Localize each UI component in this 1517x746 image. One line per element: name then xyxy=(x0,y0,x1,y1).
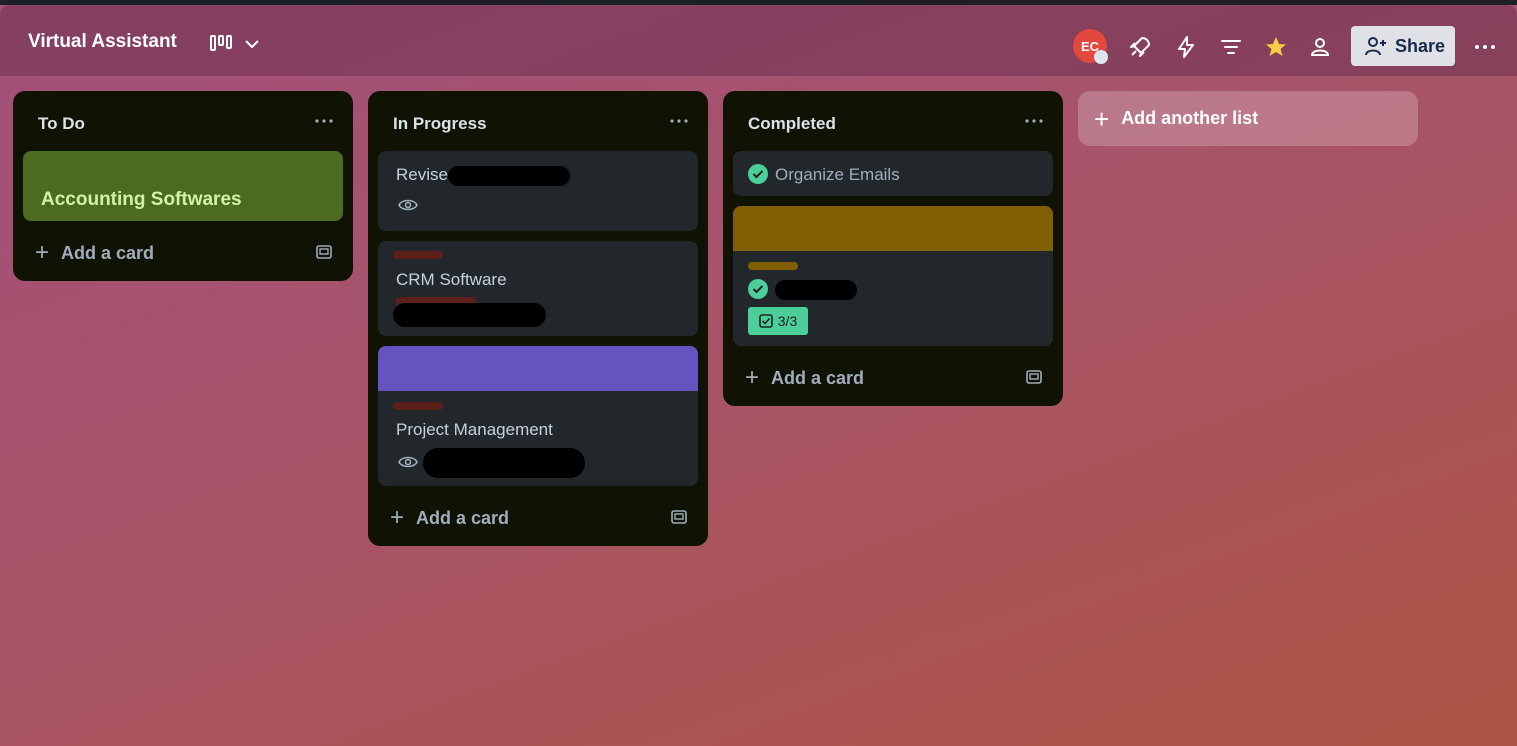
card-cover xyxy=(378,346,698,391)
board-view-icon[interactable] xyxy=(209,33,233,53)
add-card-button[interactable]: + Add a card xyxy=(745,366,864,390)
share-button[interactable]: Share xyxy=(1351,26,1455,66)
share-label: Share xyxy=(1395,35,1446,56)
card-title: Revise xyxy=(396,165,448,184)
card-title: Project Management xyxy=(396,420,553,439)
chevron-down-icon[interactable] xyxy=(243,35,261,53)
list-actions-icon[interactable] xyxy=(668,111,690,131)
list-title[interactable]: Completed xyxy=(748,114,836,134)
list-actions-icon[interactable] xyxy=(1023,111,1045,131)
checklist-icon xyxy=(758,314,773,328)
card-revise[interactable]: Revise xyxy=(378,151,698,231)
plus-icon: + xyxy=(1094,103,1110,134)
list-to-do: To Do Accounting Softwares + Add a card xyxy=(13,91,353,281)
add-member-icon xyxy=(1365,37,1386,56)
list-completed: Completed Organize Emails 3/3 + Add a ca… xyxy=(723,91,1063,406)
add-card-button[interactable]: + Add a card xyxy=(390,506,509,530)
checklist-count: 3/3 xyxy=(777,313,798,329)
card-accounting-softwares[interactable]: Accounting Softwares xyxy=(23,151,343,221)
workspace-visibility-icon[interactable] xyxy=(1308,35,1332,59)
list-title[interactable]: In Progress xyxy=(393,114,487,134)
card-title: CRM Software xyxy=(396,270,507,289)
more-options-icon[interactable] xyxy=(1473,35,1497,59)
filter-icon[interactable] xyxy=(1219,35,1243,59)
admin-badge-icon xyxy=(1094,50,1108,64)
card-title: Accounting Softwares xyxy=(41,189,242,210)
plus-icon: + xyxy=(745,364,760,391)
plus-icon: + xyxy=(390,504,405,531)
board-title[interactable]: Virtual Assistant xyxy=(28,31,177,53)
list-title[interactable]: To Do xyxy=(38,114,85,134)
card-template-icon[interactable] xyxy=(1025,368,1043,386)
card-cover xyxy=(733,206,1053,251)
card-completed-checklist[interactable]: 3/3 xyxy=(733,206,1053,346)
eye-icon xyxy=(398,199,418,211)
card-title: Organize Emails xyxy=(775,165,900,184)
check-circle-icon[interactable] xyxy=(748,279,768,299)
card-project-management[interactable]: Project Management xyxy=(378,346,698,486)
add-another-list-button[interactable]: + Add another list xyxy=(1078,91,1418,146)
plus-icon: + xyxy=(35,239,50,266)
check-circle-icon[interactable] xyxy=(748,164,768,184)
list-in-progress: In Progress Revise CRM Software Project … xyxy=(368,91,708,546)
card-label xyxy=(393,251,443,259)
checklist-badge: 3/3 xyxy=(748,307,808,335)
eye-icon xyxy=(398,456,418,468)
add-card-label: Add a card xyxy=(416,507,510,528)
card-template-icon[interactable] xyxy=(670,508,688,526)
add-list-label: Add another list xyxy=(1121,108,1259,128)
card-organize-emails[interactable]: Organize Emails xyxy=(733,151,1053,196)
card-label xyxy=(748,262,798,270)
add-card-label: Add a card xyxy=(771,367,865,388)
list-actions-icon[interactable] xyxy=(313,111,335,131)
redacted-text xyxy=(448,166,570,186)
add-card-label: Add a card xyxy=(61,242,155,263)
board-header: Virtual Assistant EC Share xyxy=(0,5,1517,76)
power-ups-rocket-icon[interactable] xyxy=(1128,35,1152,59)
star-icon[interactable] xyxy=(1264,35,1288,59)
redacted-text xyxy=(423,448,585,478)
automation-bolt-icon[interactable] xyxy=(1174,35,1198,59)
card-template-icon[interactable] xyxy=(315,243,333,261)
card-label xyxy=(393,402,443,410)
add-card-button[interactable]: + Add a card xyxy=(35,241,154,265)
redacted-text xyxy=(393,303,546,327)
card-crm-software[interactable]: CRM Software xyxy=(378,241,698,336)
redacted-text xyxy=(775,280,857,300)
